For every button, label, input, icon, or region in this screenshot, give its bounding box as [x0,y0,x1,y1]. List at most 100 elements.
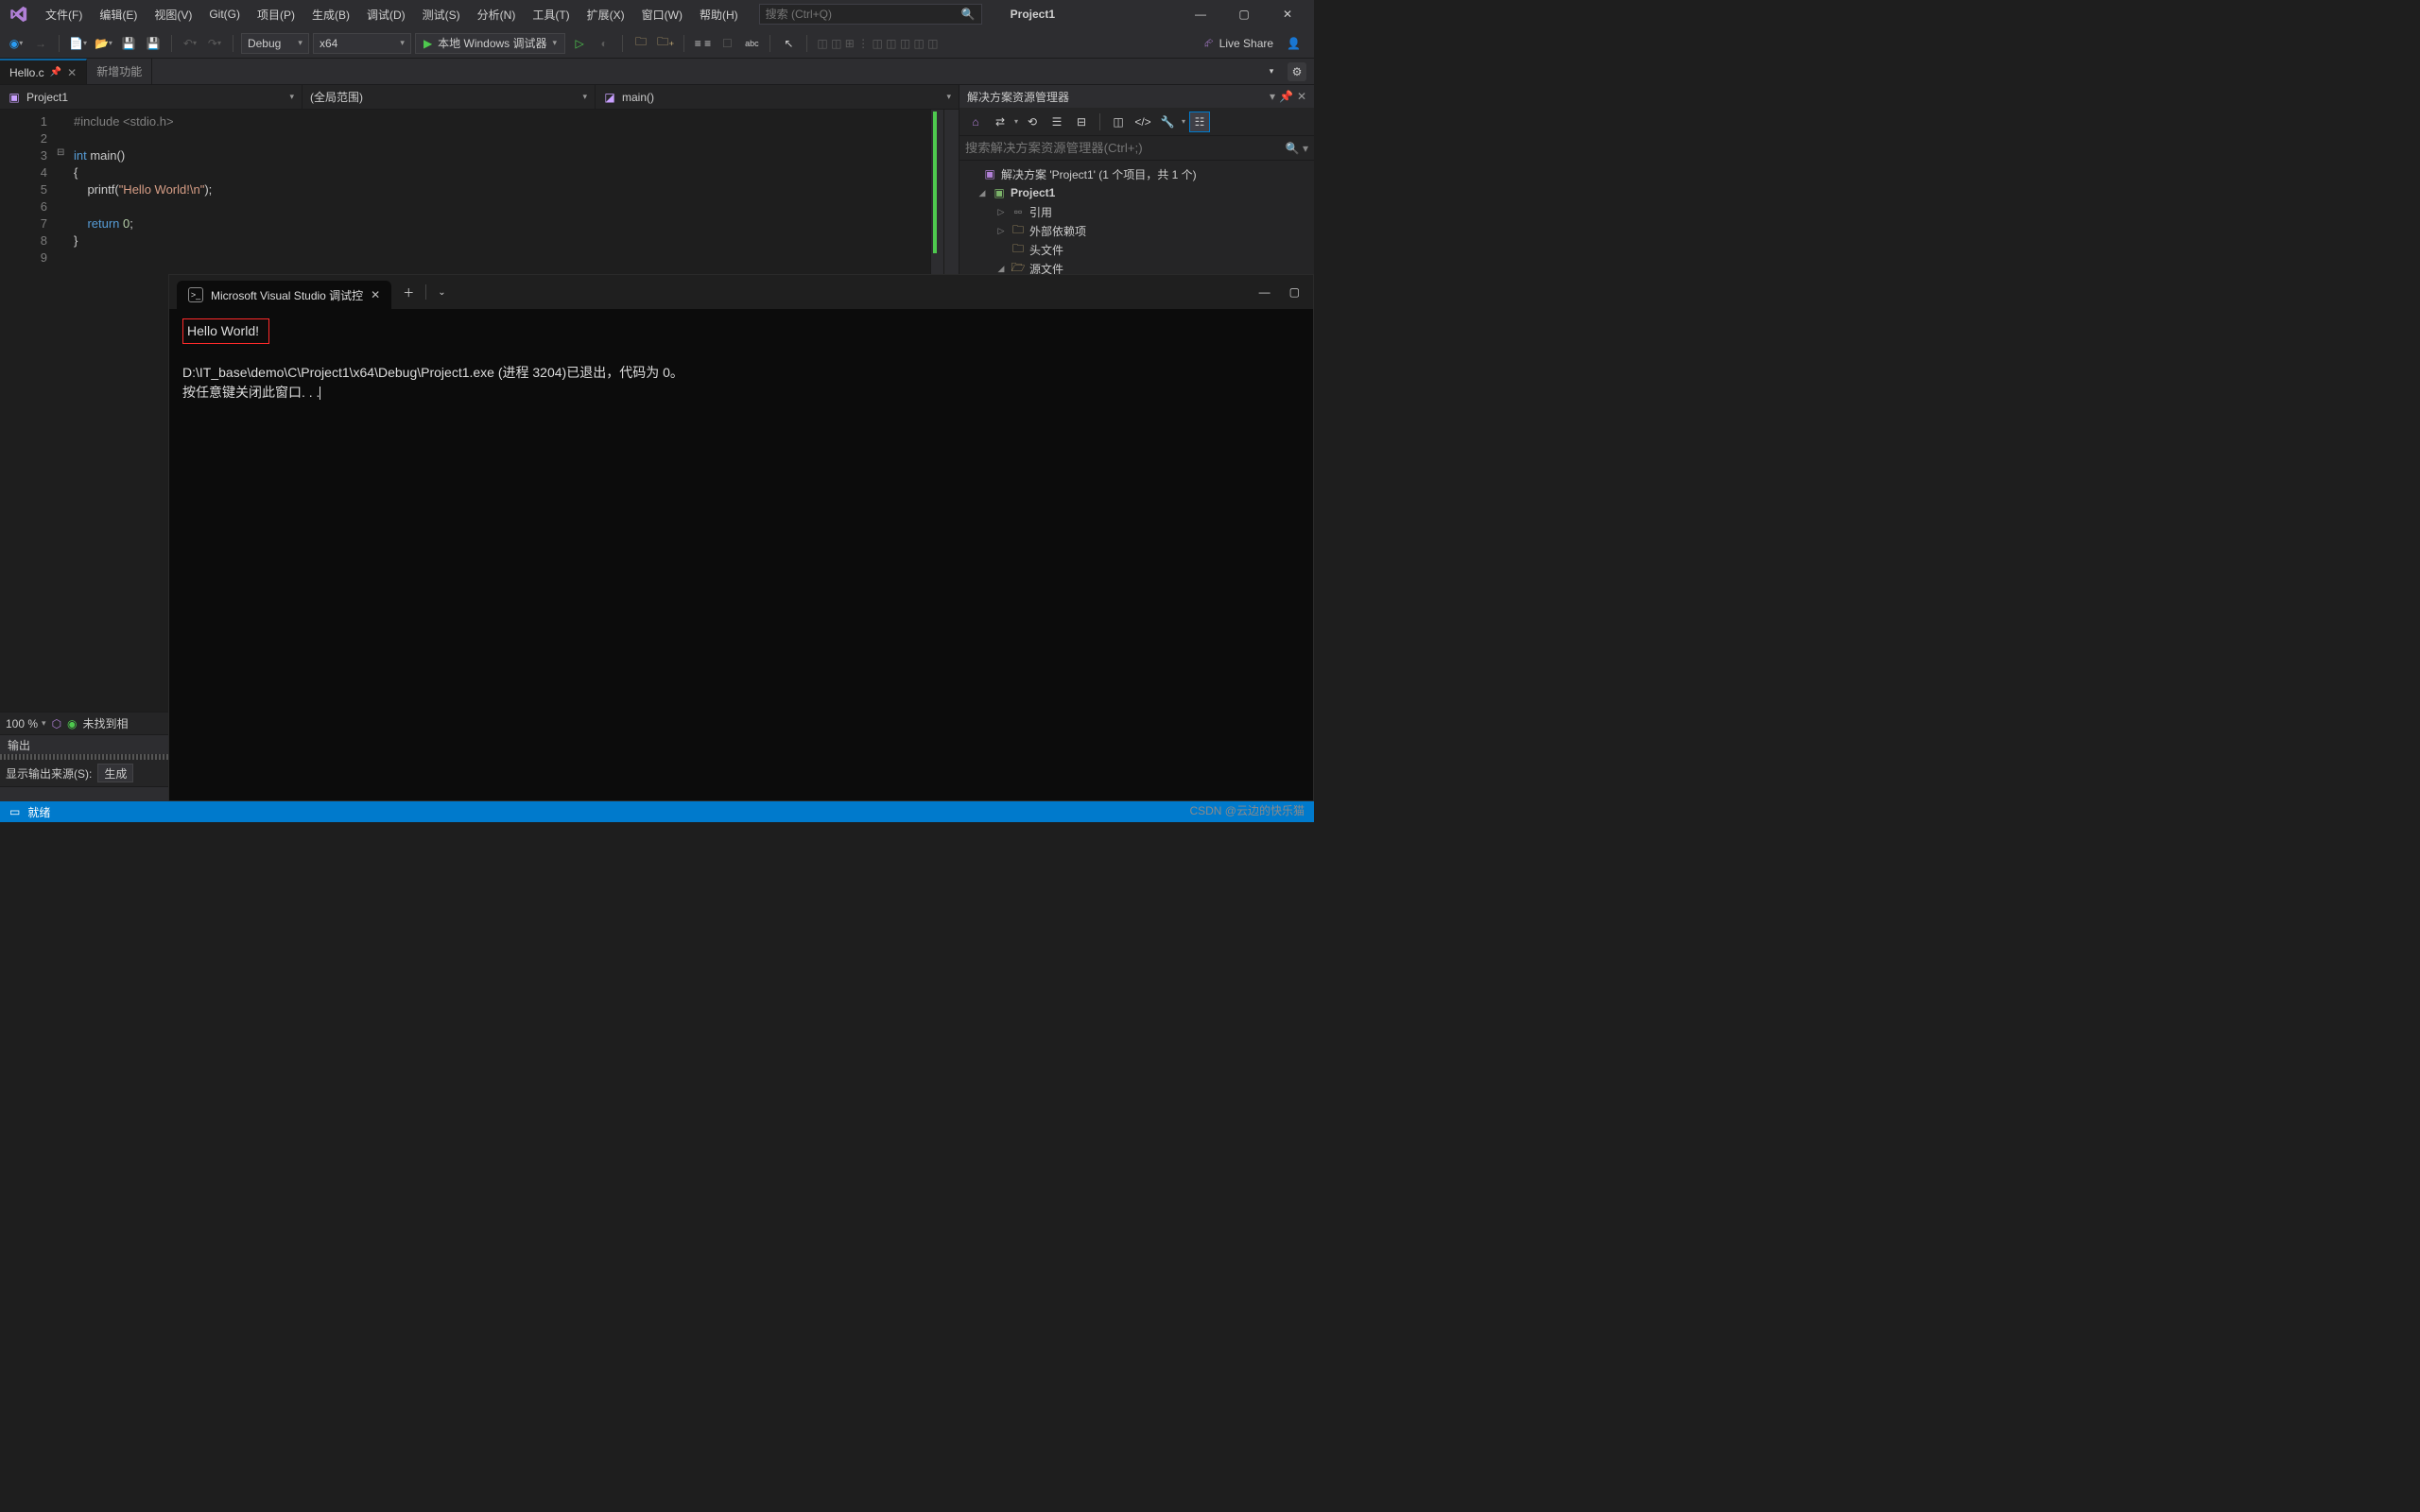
toolbar-abc-icon[interactable]: abc [741,33,762,54]
user-icon: 👤 [1287,37,1301,50]
config-combo[interactable]: Debug▾ [241,33,309,54]
start-no-debug-button[interactable]: ▷ [569,33,590,54]
menu-file[interactable]: 文件(F) [38,3,90,26]
menu-project[interactable]: 项目(P) [250,3,302,26]
se-show-icon[interactable]: ◫ [1108,112,1129,132]
menu-debug[interactable]: 调试(D) [359,3,413,26]
start-debug-button[interactable]: ▶本地 Windows 调试器▾ [415,33,565,54]
folder-icon: 🗀 [1011,221,1026,241]
panel-dropdown-icon[interactable]: ▾ [1270,90,1275,103]
close-button[interactable]: ✕ [1274,5,1301,24]
se-collapse-icon[interactable]: ⊟ [1071,112,1092,132]
save-all-button[interactable]: 💾 [143,33,164,54]
menu-git[interactable]: Git(G) [201,4,248,25]
menu-analyze[interactable]: 分析(N) [470,3,524,26]
pin-icon[interactable]: 📌 [50,67,61,77]
undo-button[interactable]: ↶▾ [180,33,200,54]
global-search[interactable]: 🔍 [759,4,982,25]
tab-overflow-icon[interactable]: ▾ [1261,61,1282,82]
terminal-icon: >_ [188,287,203,302]
menu-help[interactable]: 帮助(H) [692,3,746,26]
solution-explorer-title-label: 解决方案资源管理器 [967,89,1069,105]
console-tab-close-icon[interactable]: ✕ [371,288,380,301]
panel-close-icon[interactable]: ✕ [1297,90,1306,103]
nav-function-combo[interactable]: ◪ main() ▾ [596,85,959,109]
toolbar-indent-icons[interactable]: ≡ ≡ [692,33,713,54]
solution-explorer-search[interactable]: 🔍 ▾ [959,136,1314,161]
se-code-icon[interactable]: </> [1132,112,1153,132]
solution-icon: ▣ [982,167,997,180]
menu-extensions[interactable]: 扩展(X) [579,3,632,26]
tab-close-icon[interactable]: ✕ [67,66,77,79]
editor-nav-bar: ▣ Project1 ▾ (全局范围) ▾ ◪ main() ▾ [0,85,959,110]
toolbar-comment-icon[interactable]: ☐ [717,33,737,54]
tree-headers-node[interactable]: 🗀 头文件 [959,240,1314,259]
console-body[interactable]: Hello World! D:\IT_base\demo\C\Project1\… [169,309,1313,800]
output-window-icon[interactable]: ▭ [9,805,20,818]
console-titlebar[interactable]: >_ Microsoft Visual Studio 调试控 ✕ ＋ ⌄ — ▢ [169,275,1313,309]
tree-project-node[interactable]: ◢▣ Project1 [959,183,1314,202]
minimize-button[interactable]: — [1187,5,1214,24]
solution-explorer-title[interactable]: 解决方案资源管理器 ▾ 📌 ✕ [959,85,1314,108]
window-controls: — ▢ ✕ [1187,5,1310,24]
menu-test[interactable]: 测试(S) [415,3,468,26]
tree-references-node[interactable]: ▷▫▫ 引用 [959,202,1314,221]
settings-gear-icon[interactable]: ⚙ [1288,62,1306,81]
menu-tools[interactable]: 工具(T) [525,3,577,26]
output-source-combo[interactable]: 生成 [97,764,133,782]
solution-tree[interactable]: ▣ 解决方案 'Project1' (1 个项目，共 1 个) ◢▣ Proje… [959,161,1314,282]
zoom-combo[interactable]: 100 % ▾ [6,717,46,730]
cursor-icon[interactable]: ↖ [778,33,799,54]
se-home-icon[interactable]: ⌂ [965,112,986,132]
open-button[interactable]: 📂▾ [93,33,114,54]
tree-solution-node[interactable]: ▣ 解决方案 'Project1' (1 个项目，共 1 个) [959,164,1314,183]
search-icon: 🔍 [961,8,976,21]
console-maximize-button[interactable]: ▢ [1289,285,1300,299]
lightbulb-icon[interactable]: ⬡ [52,717,61,730]
tab-label: 新增功能 [96,63,142,79]
global-search-input[interactable] [766,8,961,21]
save-button[interactable]: 💾 [118,33,139,54]
menu-view[interactable]: 视图(V) [147,3,199,26]
tab-whatsnew[interactable]: 新增功能 [87,59,152,84]
maximize-button[interactable]: ▢ [1231,5,1257,24]
folder-icon: 🗀 [1011,240,1026,260]
tree-label: 解决方案 'Project1' (1 个项目，共 1 个) [1001,166,1197,182]
search-icon: 🔍 ▾ [1286,142,1308,155]
outline-margin[interactable]: ⊟ [57,110,74,712]
nav-project-combo[interactable]: ▣ Project1 ▾ [0,85,302,109]
tree-external-node[interactable]: ▷🗀 外部依赖项 [959,221,1314,240]
menu-edit[interactable]: 编辑(E) [92,3,145,26]
editor-status-strip: 100 % ▾ ⬡ ◉ 未找到相 [0,712,168,734]
console-dropdown-icon[interactable]: ⌄ [438,287,445,298]
new-item-button[interactable]: 📄▾ [67,33,89,54]
tab-hello-c[interactable]: Hello.c 📌 ✕ [0,59,87,84]
tree-label: Project1 [1011,186,1055,199]
live-share-button[interactable]: ⮳ Live Share 👤 [1197,36,1308,50]
toolbar-icon-1[interactable]: ◐ [594,33,614,54]
se-view-icon[interactable]: ☷ [1189,112,1210,132]
console-new-tab-button[interactable]: ＋ [403,284,414,301]
se-filter-icon[interactable]: ☰ [1046,112,1067,132]
redo-button[interactable]: ↷▾ [204,33,225,54]
menu-window[interactable]: 窗口(W) [634,3,690,26]
nav-scope-combo[interactable]: (全局范围) ▾ [302,85,596,109]
platform-combo[interactable]: x64▾ [313,33,411,54]
watermark: CSDN @云边的快乐猫 [1189,802,1305,818]
se-sync-icon[interactable]: ⟲ [1022,112,1043,132]
toolbar-dimmed-group[interactable]: ◫ ◫ ⊞ ⋮ ◫ ◫ ◫ ◫ ◫ [815,33,940,54]
panel-pin-icon[interactable]: 📌 [1279,90,1293,103]
document-tabstrip: Hello.c 📌 ✕ 新增功能 ▾ ⚙ [0,59,1314,85]
console-tab[interactable]: >_ Microsoft Visual Studio 调试控 ✕ [177,281,391,309]
nav-forward-button[interactable]: → [30,33,51,54]
se-switch-icon[interactable]: ⇄ [990,112,1011,132]
nav-back-button[interactable]: ◉ ▾ [6,33,26,54]
se-wrench-icon[interactable]: 🔧 [1157,112,1178,132]
toolbar-folder-icon[interactable]: 🗀₊ [655,33,676,54]
menubar: 文件(F) 编辑(E) 视图(V) Git(G) 项目(P) 生成(B) 调试(… [0,0,1314,28]
toolbar-browser-icon[interactable]: 🗀 [631,33,651,54]
status-bar: ▭ 就绪 [0,801,1314,822]
menu-build[interactable]: 生成(B) [304,3,357,26]
solution-explorer-search-input[interactable] [965,141,1286,155]
console-minimize-button[interactable]: — [1259,285,1270,299]
